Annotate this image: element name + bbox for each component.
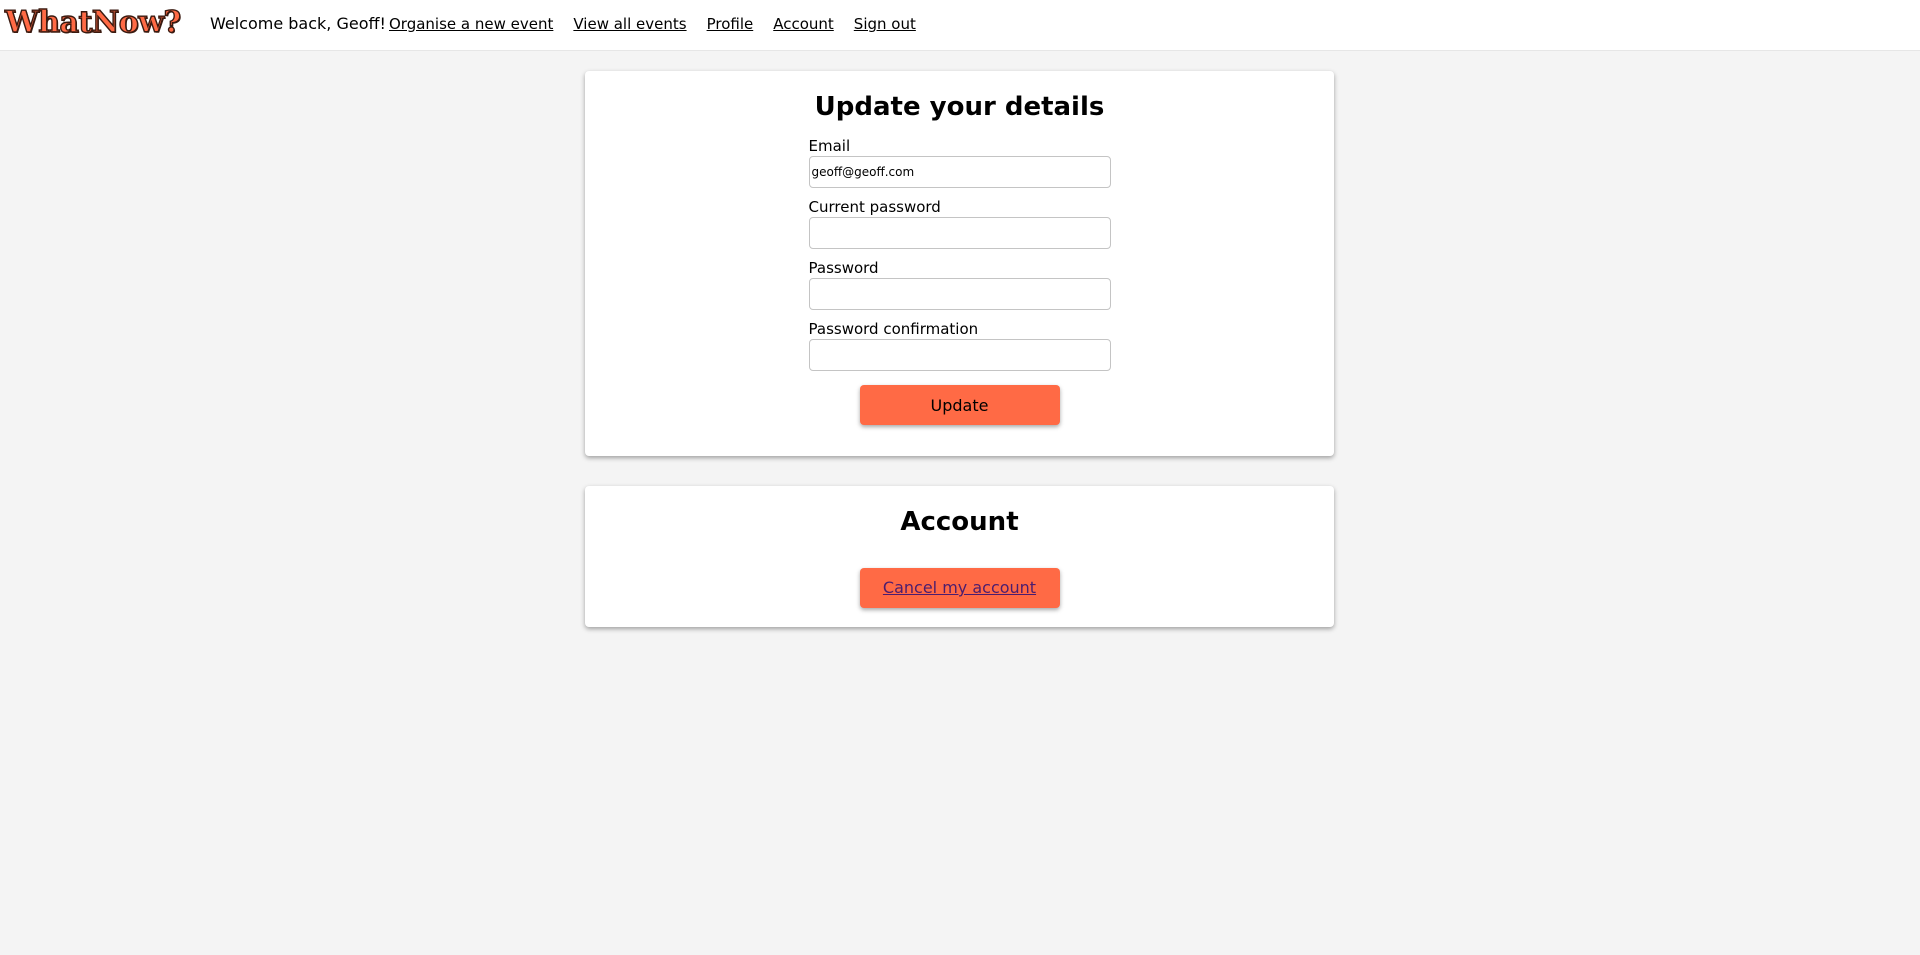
update-button[interactable]: Update: [859, 385, 1060, 425]
account-title: Account: [900, 507, 1019, 537]
update-details-card: Update your details Email Current passwo…: [585, 71, 1334, 456]
nav-link-profile[interactable]: Profile: [707, 14, 754, 34]
update-details-title: Update your details: [814, 92, 1105, 122]
password-confirmation-label: Password confirmation: [808, 320, 979, 338]
nav-link-view-all-events[interactable]: View all events: [573, 14, 686, 34]
nav-link-sign-out[interactable]: Sign out: [854, 14, 916, 34]
app-logo[interactable]: WhatNow?: [4, 4, 182, 42]
top-navbar: WhatNow? Welcome back, Geoff! Organise a…: [0, 0, 1920, 51]
account-card: Account Cancel my account: [585, 486, 1334, 627]
current-password-label: Current password: [808, 198, 941, 216]
current-password-input[interactable]: [808, 217, 1111, 249]
nav-link-account[interactable]: Account: [773, 14, 834, 34]
password-confirmation-input[interactable]: [808, 339, 1111, 371]
welcome-message: Welcome back, Geoff!: [210, 14, 386, 33]
cancel-account-button[interactable]: Cancel my account: [859, 568, 1060, 608]
nav-link-organise-event[interactable]: Organise a new event: [389, 14, 553, 34]
password-confirmation-field-group: Password confirmation: [808, 320, 1111, 381]
email-field-group: Email: [808, 137, 1111, 198]
password-label: Password: [808, 259, 879, 277]
email-input[interactable]: [808, 156, 1111, 188]
password-field-group: Password: [808, 259, 1111, 320]
email-label: Email: [808, 137, 851, 155]
update-details-form: Email Current password Password Password…: [808, 137, 1111, 381]
password-input[interactable]: [808, 278, 1111, 310]
nav-links: Organise a new event View all events Pro…: [389, 14, 936, 34]
current-password-field-group: Current password: [808, 198, 1111, 259]
